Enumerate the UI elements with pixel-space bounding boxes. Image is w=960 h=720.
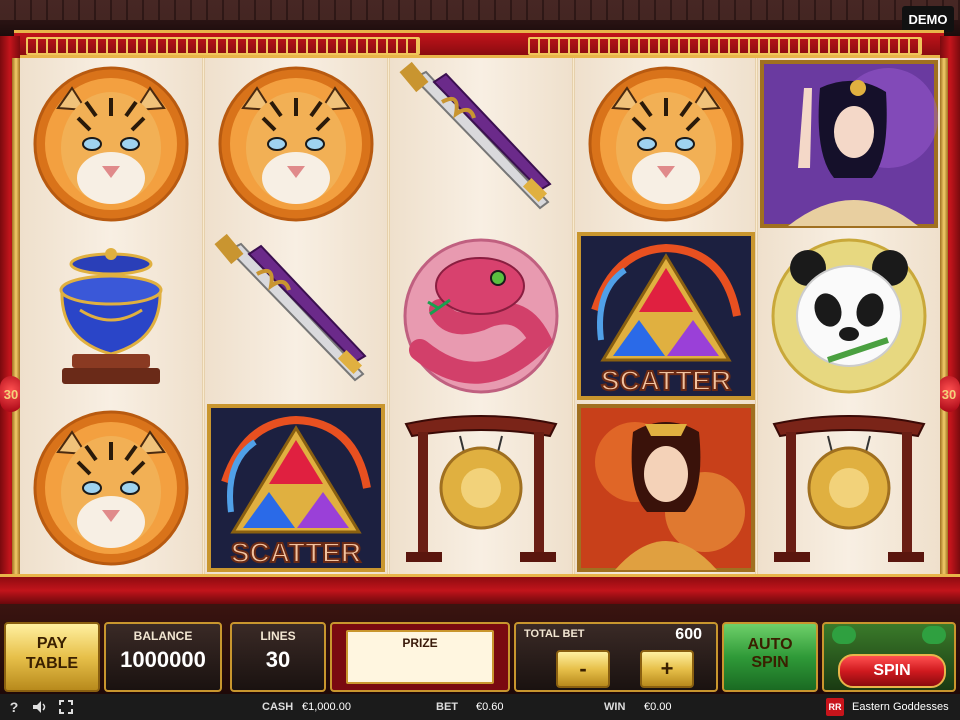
win-value: €0.00 xyxy=(644,701,672,713)
bet-increase-button[interactable]: + xyxy=(640,650,694,688)
scatter-symbol: SCATTER xyxy=(575,230,757,402)
lantern-left: 30 xyxy=(0,376,22,412)
gold-pillar-right xyxy=(940,58,948,578)
goddess-purple-symbol xyxy=(758,58,940,230)
tiger-symbol xyxy=(205,58,387,230)
bet-value: €0.60 xyxy=(476,701,504,713)
auto-spin-button[interactable]: AUTO SPIN xyxy=(722,622,818,692)
fretwork-ornament-left xyxy=(26,37,420,55)
gong-icon xyxy=(404,415,558,562)
gong-symbol xyxy=(758,402,940,574)
fullscreen-icon[interactable] xyxy=(56,697,76,717)
tiger-symbol xyxy=(575,58,757,230)
demo-badge: DEMO xyxy=(902,6,954,32)
vase-symbol xyxy=(20,230,202,402)
sound-icon[interactable] xyxy=(30,697,50,717)
goddess-red-icon xyxy=(577,404,755,572)
pay-table-button[interactable]: PAY TABLE xyxy=(4,622,100,692)
sword-symbol xyxy=(390,58,572,230)
bet-label: BET xyxy=(436,701,458,713)
win-label: WIN xyxy=(604,701,626,713)
help-icon[interactable]: ? xyxy=(4,697,24,717)
provider-logo: RR xyxy=(826,698,844,716)
lines-value: 30 xyxy=(265,647,291,672)
tiger-symbol xyxy=(20,402,202,574)
tiger-icon xyxy=(33,66,189,222)
roof-tiles xyxy=(0,0,960,20)
pay-table-line1: PAY xyxy=(36,635,68,652)
swords-icon xyxy=(214,233,367,382)
reel-divider xyxy=(387,58,390,574)
reel-1 xyxy=(20,58,202,574)
game-title: Eastern Goddesses xyxy=(852,701,949,713)
sword-symbol xyxy=(205,230,387,402)
balance-panel: BALANCE 1000000 xyxy=(104,622,222,692)
scatter-label: SCATTER xyxy=(601,365,731,396)
total-bet-label: TOTAL BET xyxy=(524,628,585,640)
prize-label: PRIZE xyxy=(402,636,438,650)
total-bet-value: 600 xyxy=(675,626,702,643)
reel-divider xyxy=(202,58,205,574)
tiger-icon xyxy=(218,66,374,222)
snake-symbol xyxy=(390,230,572,402)
reel-divider xyxy=(755,58,758,574)
reel-4: SCATTER xyxy=(575,58,757,574)
scatter-symbol: SCATTER xyxy=(205,402,387,574)
spin-button[interactable]: SPIN xyxy=(838,654,946,688)
tiger-icon xyxy=(33,410,189,566)
dragon-left-icon xyxy=(832,626,856,644)
bet-decrease-button[interactable]: - xyxy=(556,650,610,688)
reel-area: SCATTER SCATTER xyxy=(20,58,940,574)
reel-frame-top xyxy=(14,30,944,58)
cash-label: CASH xyxy=(262,701,294,713)
scatter-label: SCATTER xyxy=(231,537,361,568)
total-bet-panel: TOTAL BET 600 - + xyxy=(514,622,718,692)
scatter-icon: SCATTER xyxy=(577,232,755,400)
reel-3 xyxy=(390,58,572,574)
auto-spin-line2: SPIN xyxy=(751,654,789,671)
pay-table-line2: TABLE xyxy=(25,655,79,672)
lantern-right: 30 xyxy=(938,376,960,412)
gong-icon xyxy=(772,415,926,562)
auto-spin-line1: AUTO xyxy=(747,636,793,653)
lines-label: LINES xyxy=(260,629,296,643)
reel-divider xyxy=(572,58,575,574)
cash-value: €1,000.00 xyxy=(302,701,351,713)
scatter-icon: SCATTER xyxy=(207,404,385,572)
tiger-symbol xyxy=(20,58,202,230)
spin-panel: SPIN xyxy=(822,622,956,692)
prize-panel: PRIZE xyxy=(330,622,510,692)
snake-icon xyxy=(403,238,559,394)
goddess-red-symbol xyxy=(575,402,757,574)
panda-icon xyxy=(771,238,927,394)
balance-label: BALANCE xyxy=(133,629,193,643)
reel-5 xyxy=(758,58,940,574)
gong-symbol xyxy=(390,402,572,574)
goddess-purple-icon xyxy=(760,60,938,228)
gold-pillar-left xyxy=(12,58,20,578)
lines-panel[interactable]: LINES 30 xyxy=(230,622,326,692)
reel-2: SCATTER xyxy=(205,58,387,574)
status-bar: ? CASH €1,000.00 BET €0.60 WIN €0.00 RR … xyxy=(0,694,960,720)
tiger-icon xyxy=(588,66,744,222)
incense-burner-icon xyxy=(59,248,163,384)
dragon-right-icon xyxy=(922,626,946,644)
swords-icon xyxy=(399,61,552,210)
panda-symbol xyxy=(758,230,940,402)
balance-value: 1000000 xyxy=(120,647,206,672)
fretwork-ornament-right xyxy=(528,37,922,55)
reel-frame-bottom xyxy=(0,574,960,604)
control-console: PAY TABLE BALANCE 1000000 LINES 30 PRIZE… xyxy=(0,604,960,700)
